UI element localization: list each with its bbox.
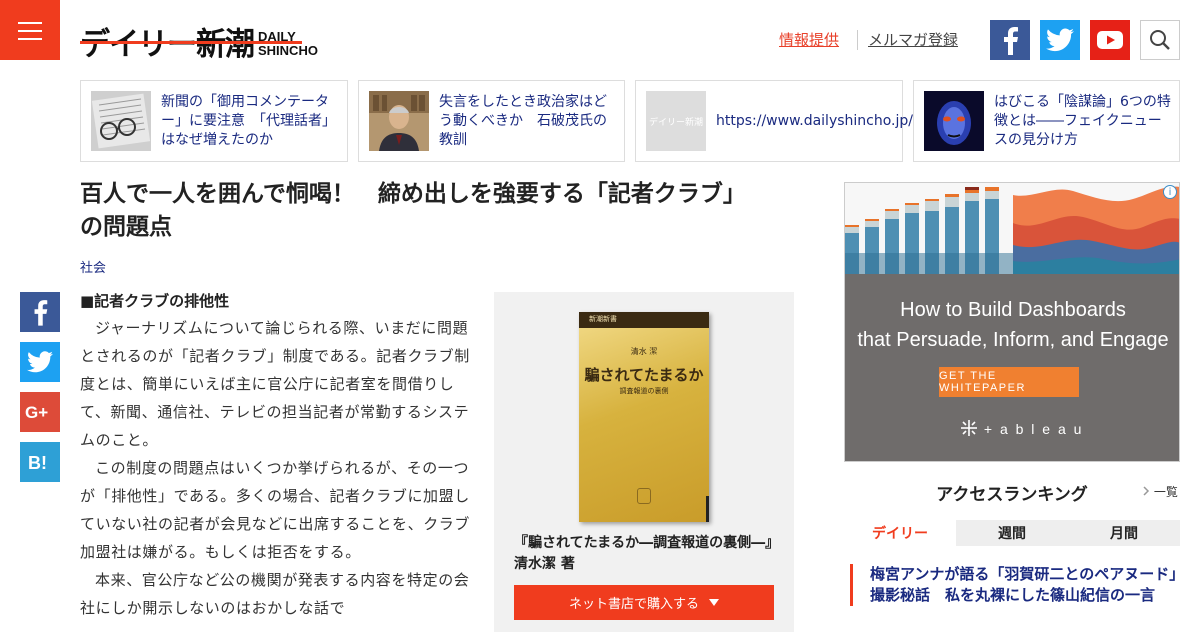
search-icon [1150, 30, 1170, 50]
svg-text:G+: G+ [25, 403, 48, 422]
share-facebook-button[interactable] [20, 292, 60, 332]
article-subheading: ■記者クラブの排他性 [80, 292, 230, 310]
googleplus-icon: G+ [25, 403, 48, 422]
logo-text-jp: デイリー新潮 [80, 26, 255, 63]
ad-info-icon[interactable]: i [1163, 185, 1177, 199]
tableau-icon [961, 420, 977, 436]
dropdown-caret-icon [709, 599, 719, 606]
advertisement[interactable]: i How to Build Dashboards that Persuade,… [844, 182, 1180, 462]
book-cover-title: 騙されてたまるか [584, 366, 704, 384]
header-divider [857, 30, 858, 50]
share-hatena-button[interactable]: B! [20, 442, 60, 482]
twitter-button[interactable] [1040, 20, 1080, 60]
book-caption: 『騙されてたまるか―調査報道の裏側―』清水潔 著 [514, 535, 773, 572]
ad-headline: How to Build Dashboards that Persuade, I… [845, 295, 1179, 355]
book-spine-mark [706, 496, 709, 522]
ranking-more-link[interactable]: 一覧 [1142, 483, 1178, 500]
article-paragraph: 本来、官公庁など公の機関が発表する内容を特定の会社にしか開示しないのはおかしな話… [80, 571, 470, 617]
related-card-text: 新聞の「御用コメンテーター」に要注意 「代理話者」はなぜ増えたのか [161, 93, 336, 148]
ad-headline-line2: that Persuade, Inform, and Engage [857, 329, 1169, 351]
site-logo[interactable]: デイリー新潮 DAILY SHINCHO [80, 18, 318, 60]
ad-chart-graphic [845, 183, 1179, 274]
info-submit-link[interactable]: 情報提供 [779, 29, 839, 50]
youtube-icon [1097, 31, 1123, 49]
tab-daily[interactable]: デイリー [844, 520, 956, 546]
related-thumb-placeholder: デイリー新潮 [646, 91, 706, 151]
related-card-text: 失言をしたとき政治家はどう動くべきか 石破茂氏の教訓 [439, 93, 607, 148]
buy-book-button[interactable]: ネット書店で購入する [514, 585, 774, 620]
article-paragraph: この制度の問題点はいくつか挙げられるが、その一つが「排他性」である。多くの場合、… [80, 459, 471, 561]
svg-text:B!: B! [28, 453, 47, 472]
book-promo: 新潮新書 清水 潔 騙されてたまるか 調査報道の裏側 『騙されてたまるか―調査報… [494, 292, 794, 632]
related-card-text: はびこる「陰謀論」6つの特徴とは――フェイクニュースの見分け方 [994, 93, 1171, 148]
ranking-title: アクセスランキング [936, 485, 1088, 505]
related-card-4[interactable]: はびこる「陰謀論」6つの特徴とは――フェイクニュースの見分け方 [913, 80, 1180, 162]
ad-brand-logo: + a b l e a u [960, 419, 1083, 437]
search-button[interactable] [1140, 20, 1180, 60]
book-author: 清水 潔 [630, 347, 658, 356]
ad-brand-text: + a b l e a u [983, 421, 1084, 437]
ad-headline-line1: How to Build Dashboards [900, 299, 1126, 321]
chevron-right-icon [1143, 486, 1150, 496]
ad-cta-button[interactable]: GET THE WHITEPAPER [939, 367, 1079, 397]
article-body: ジャーナリズムについて論じられる際、いまだに問題とされるのが「記者クラブ」制度で… [80, 314, 472, 622]
tab-monthly[interactable]: 月間 [1068, 520, 1180, 546]
article-paragraph: ジャーナリズムについて論じられる際、いまだに問題とされるのが「記者クラブ」制度で… [80, 319, 470, 449]
twitter-icon [27, 351, 53, 373]
book-series-band: 新潮新書 [579, 312, 709, 328]
book-series: 新潮新書 [589, 315, 617, 323]
hamburger-menu-button[interactable] [0, 0, 60, 60]
book-cover-subtitle: 調査報道の裏側 [619, 387, 669, 395]
related-card-1[interactable]: 新聞の「御用コメンテーター」に要注意 「代理話者」はなぜ増えたのか [80, 80, 348, 162]
ranking-more-label: 一覧 [1153, 485, 1178, 499]
buy-book-label: ネット書店で購入する [568, 597, 699, 612]
share-googleplus-button[interactable]: G+ [20, 392, 60, 432]
facebook-button[interactable] [990, 20, 1030, 60]
book-cover-image[interactable]: 新潮新書 清水 潔 騙されてたまるか 調査報道の裏側 [579, 312, 709, 522]
publisher-seal-icon [637, 488, 651, 504]
logo-text-en: DAILY SHINCHO [258, 30, 318, 58]
facebook-icon [34, 300, 48, 326]
placeholder-label: デイリー新潮 [648, 117, 703, 128]
related-thumb-politician [369, 91, 429, 151]
youtube-button[interactable] [1090, 20, 1130, 60]
related-thumb-newspaper [91, 91, 151, 151]
twitter-icon [1046, 28, 1074, 52]
related-thumb-mask [924, 91, 984, 151]
logo-en-line2: SHINCHO [258, 43, 318, 58]
logo-underline [80, 41, 302, 44]
facebook-icon [1004, 27, 1018, 55]
tab-weekly[interactable]: 週間 [956, 520, 1068, 546]
ranking-item-1[interactable]: 梅宮アンナが語る「羽賀研二とのペアヌード」撮影秘話 私を丸裸にした篠山紀信の一言 [850, 564, 1180, 606]
article-title: 百人で一人を囲んで恫喝！ 締め出しを強要する「記者クラブ」の問題点 [80, 181, 746, 240]
hatena-bookmark-icon: B! [28, 453, 47, 472]
related-card-3[interactable]: デイリー新潮 https://www.dailyshincho.jp/artic… [635, 80, 962, 162]
category-link[interactable]: 社会 [80, 257, 106, 276]
related-card-2[interactable]: 失言をしたとき政治家はどう動くべきか 石破茂氏の教訓 [358, 80, 625, 162]
newsletter-link[interactable]: メルマガ登録 [868, 29, 958, 50]
share-twitter-button[interactable] [20, 342, 60, 382]
